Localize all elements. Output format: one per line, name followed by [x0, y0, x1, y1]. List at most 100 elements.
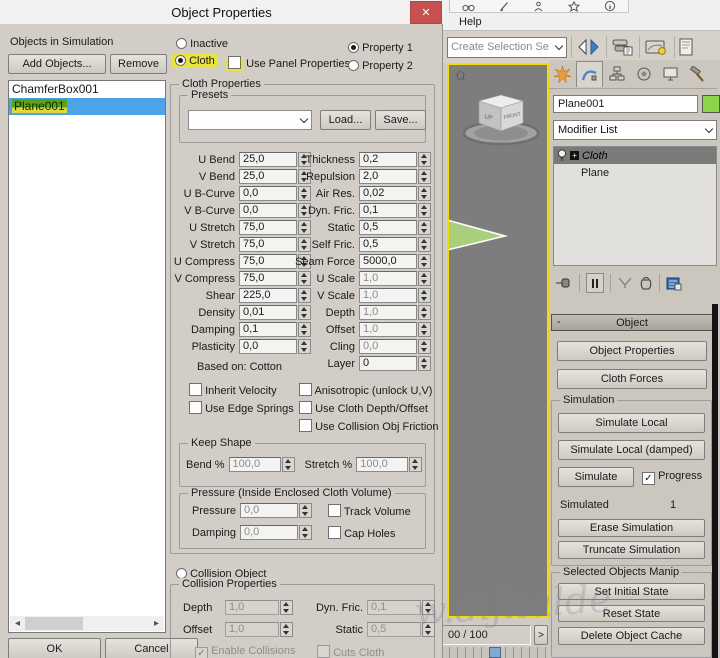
cuts-cloth-checkbox[interactable]: Cuts Cloth [317, 645, 384, 658]
viewport[interactable]: UP FRONT [447, 63, 549, 618]
modifier-name[interactable]: Cloth [582, 150, 608, 162]
tab-utilities[interactable] [684, 61, 711, 87]
param-field[interactable]: 0,2 [359, 152, 417, 167]
spinner[interactable] [418, 356, 431, 371]
list-item-selected[interactable]: Plane001 [9, 98, 165, 115]
use-cloth-depth-offset-checkbox[interactable]: Use Cloth Depth/Offset [299, 401, 428, 415]
dialog-titlebar[interactable]: Object Properties ✕ [0, 0, 443, 24]
tab-modify[interactable] [576, 61, 603, 87]
collision-offset-field[interactable]: 1,0 [225, 622, 279, 637]
configure-modifier-sets-icon[interactable] [666, 276, 682, 291]
spinner[interactable] [418, 220, 431, 235]
spinner[interactable] [422, 600, 435, 615]
track-volume-checkbox[interactable]: Track Volume [312, 504, 411, 518]
visibility-bulb-icon[interactable] [557, 149, 567, 162]
spinner[interactable] [409, 457, 422, 472]
param-field[interactable]: 0 [359, 356, 417, 371]
inactive-radio[interactable]: Inactive [176, 38, 228, 50]
stretch-field[interactable]: 100,0 [356, 457, 408, 472]
load-button[interactable]: Load... [320, 110, 371, 130]
spinner[interactable] [418, 322, 431, 337]
viewcube[interactable]: UP FRONT [457, 89, 545, 149]
truncate-simulation-button[interactable]: Truncate Simulation [558, 541, 705, 559]
param-field[interactable]: 0,5 [359, 220, 417, 235]
objects-list[interactable]: ChamferBox001 Plane001 ◂ ▸ [8, 80, 166, 633]
pressure-field[interactable]: 0,0 [240, 503, 298, 518]
spinner[interactable] [282, 457, 295, 472]
frame-number-field[interactable]: 00 / 100 [433, 625, 531, 645]
render-setup-icon[interactable] [679, 37, 695, 57]
spinner[interactable] [280, 622, 293, 637]
property2-radio[interactable]: Property 2 [348, 60, 413, 72]
progress-checkbox[interactable]: ✓ Progress [642, 470, 702, 485]
delete-object-cache-button[interactable]: Delete Object Cache [558, 627, 705, 645]
track-bar[interactable] [433, 647, 548, 658]
spinner[interactable] [418, 169, 431, 184]
communication-person-icon[interactable] [533, 1, 544, 12]
favorites-star-icon[interactable] [568, 1, 580, 12]
make-unique-icon[interactable] [617, 276, 633, 290]
list-horizontal-scrollbar[interactable]: ◂ ▸ [10, 616, 164, 631]
cap-holes-checkbox[interactable]: Cap Holes [312, 526, 395, 540]
use-collision-obj-friction-checkbox[interactable]: Use Collision Obj Friction [299, 419, 439, 433]
param-field[interactable]: 1,0 [359, 271, 417, 286]
param-field[interactable]: 0,5 [359, 237, 417, 252]
tab-motion[interactable] [630, 61, 657, 87]
object-name-field[interactable]: Plane001 [553, 95, 698, 113]
cloth-radio[interactable]: Cloth [172, 55, 218, 67]
viewcube-home-icon[interactable] [455, 70, 466, 80]
param-field[interactable]: 0,1 [359, 203, 417, 218]
simulate-local-damped-button[interactable]: Simulate Local (damped) [558, 440, 705, 460]
inherit-velocity-checkbox[interactable]: Inherit Velocity [189, 383, 277, 397]
presets-dropdown[interactable] [188, 110, 312, 130]
remove-button[interactable]: Remove [110, 54, 167, 74]
close-button[interactable]: ✕ [410, 1, 442, 24]
help-info-icon[interactable] [604, 0, 616, 12]
spinner[interactable] [418, 152, 431, 167]
spinner[interactable] [418, 305, 431, 320]
set-initial-state-button[interactable]: Set Initial State [558, 583, 705, 600]
spinner[interactable] [418, 186, 431, 201]
tab-hierarchy[interactable] [603, 61, 630, 87]
show-end-result-icon[interactable] [586, 273, 604, 293]
expand-plus-icon[interactable]: + [570, 151, 579, 160]
param-field[interactable]: 1,0 [359, 305, 417, 320]
param-field[interactable]: 1,0 [359, 322, 417, 337]
spinner[interactable] [418, 271, 431, 286]
spinner[interactable] [418, 288, 431, 303]
panel-scrollbar[interactable] [712, 304, 718, 658]
enable-collisions-checkbox[interactable]: ✓ Enable Collisions [195, 645, 295, 658]
scroll-right-icon[interactable]: ▸ [149, 616, 164, 631]
collision-depth-field[interactable]: 1,0 [225, 600, 279, 615]
simulate-button[interactable]: Simulate [558, 467, 634, 487]
reset-state-button[interactable]: Reset State [558, 605, 705, 622]
search-binoculars-icon[interactable] [462, 1, 475, 12]
spinner[interactable] [422, 622, 435, 637]
time-slider-thumb[interactable] [489, 647, 501, 658]
use-edge-springs-checkbox[interactable]: Use Edge Springs [189, 401, 294, 415]
tab-display[interactable] [657, 61, 684, 87]
stack-row-plane[interactable]: Plane [554, 164, 716, 181]
object-color-swatch[interactable] [702, 95, 720, 113]
property1-radio[interactable]: Property 1 [348, 42, 413, 54]
add-objects-button[interactable]: Add Objects... [8, 54, 106, 74]
menu-help[interactable]: Help [443, 16, 482, 28]
cloth-forces-button[interactable]: Cloth Forces [557, 369, 707, 389]
object-properties-button[interactable]: Object Properties [557, 341, 707, 361]
spinner[interactable] [280, 600, 293, 615]
save-button[interactable]: Save... [375, 110, 426, 130]
spinner[interactable] [418, 203, 431, 218]
base-object-name[interactable]: Plane [581, 167, 609, 179]
param-field[interactable]: 5000,0 [359, 254, 417, 269]
curve-editor-icon[interactable] [644, 37, 670, 57]
param-field[interactable]: 0,0 [359, 339, 417, 354]
ok-button[interactable]: OK [8, 638, 101, 658]
damping-field[interactable]: 0,0 [240, 525, 298, 540]
scroll-left-icon[interactable]: ◂ [10, 616, 25, 631]
named-selection-set-combo[interactable]: Create Selection Se [447, 37, 567, 58]
mirror-icon[interactable] [576, 38, 602, 56]
simulate-local-button[interactable]: Simulate Local [558, 413, 705, 433]
anisotropic-checkbox[interactable]: Anisotropic (unlock U,V) [299, 383, 432, 397]
remove-modifier-trash-icon[interactable] [639, 276, 653, 291]
spinner[interactable] [418, 237, 431, 252]
